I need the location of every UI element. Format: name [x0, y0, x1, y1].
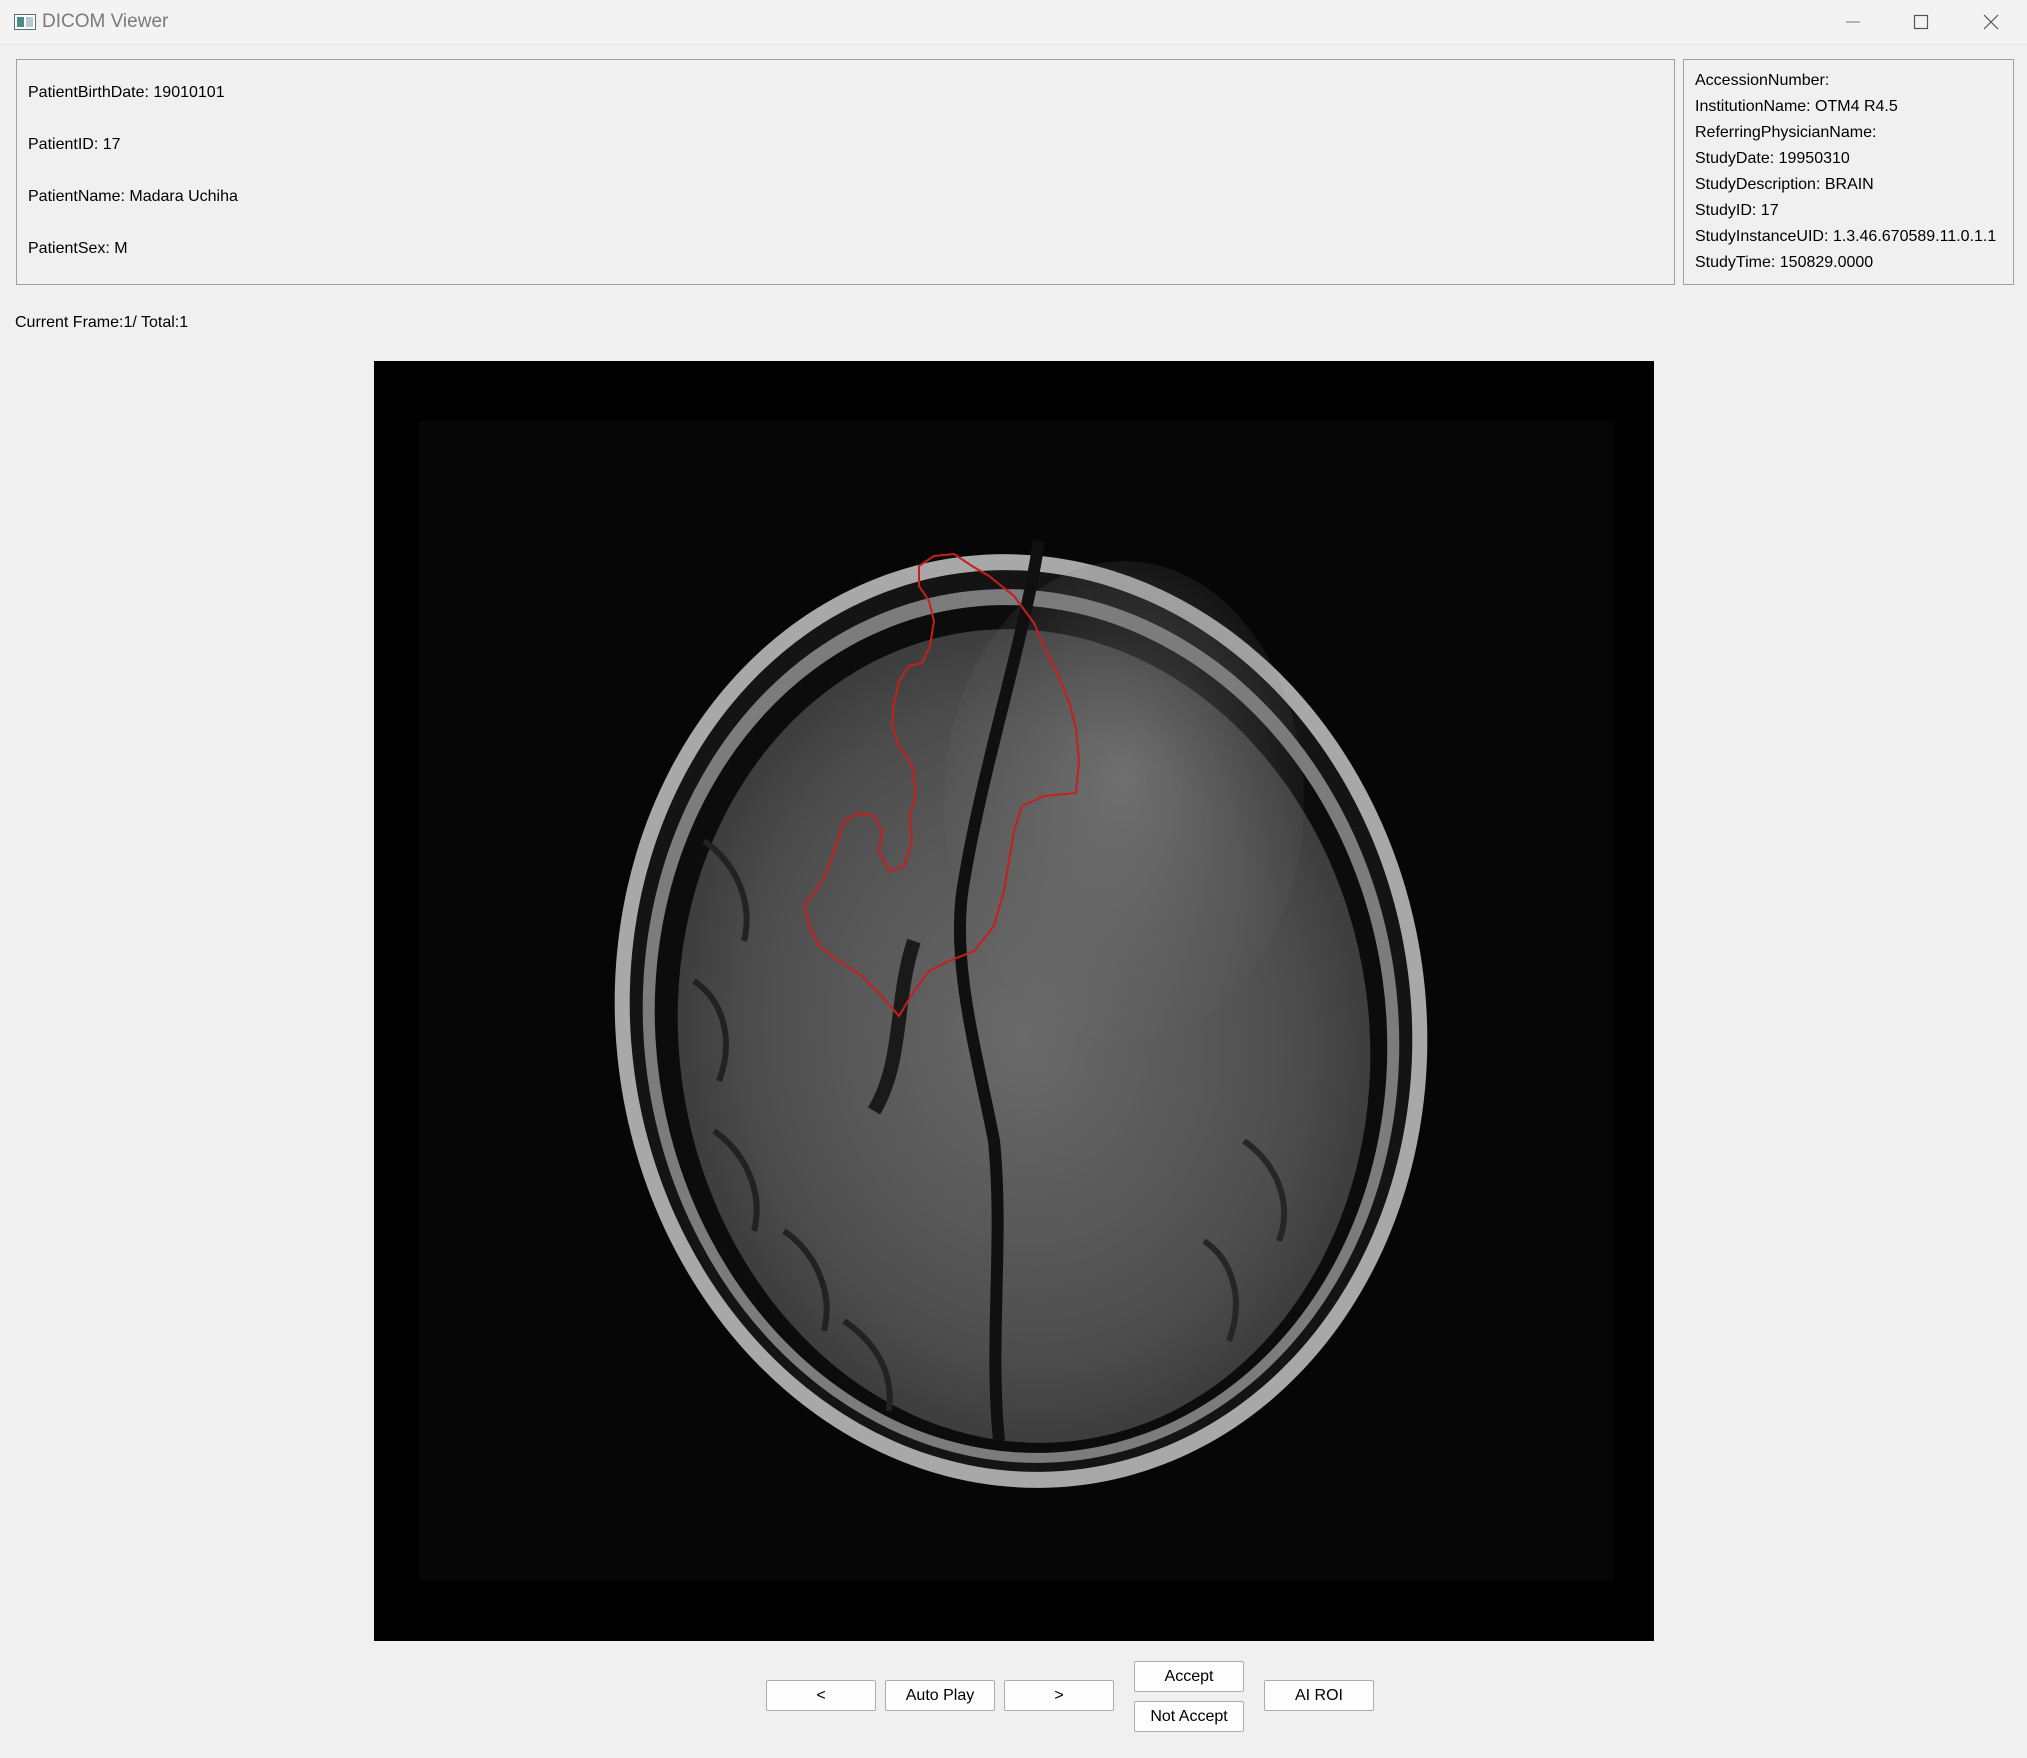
mri-brain-image — [374, 361, 1654, 1641]
previous-frame-button[interactable]: < — [766, 1680, 876, 1711]
patient-sex: PatientSex: M — [28, 240, 128, 257]
patient-name: PatientName: Madara Uchiha — [28, 188, 238, 205]
study-info-panel: AccessionNumber: InstitutionName: OTM4 R… — [1683, 59, 2014, 285]
next-frame-button[interactable]: > — [1004, 1680, 1114, 1711]
app-icon — [14, 14, 36, 30]
maximize-icon — [1913, 14, 1929, 30]
patient-id: PatientID: 17 — [28, 136, 121, 153]
institution-name: InstitutionName: OTM4 R4.5 — [1695, 98, 1898, 115]
minimize-icon — [1846, 21, 1860, 23]
auto-play-button[interactable]: Auto Play — [885, 1680, 995, 1711]
accession-number: AccessionNumber: — [1695, 72, 1830, 89]
minimize-button[interactable] — [1819, 0, 1887, 44]
study-time: StudyTime: 150829.0000 — [1695, 254, 1874, 271]
window-title: DICOM Viewer — [42, 11, 169, 32]
study-date: StudyDate: 19950310 — [1695, 150, 1850, 167]
not-accept-button[interactable]: Not Accept — [1134, 1701, 1244, 1732]
dicom-image-viewer[interactable] — [374, 361, 1654, 1641]
close-button[interactable] — [1957, 0, 2025, 44]
study-instance-uid: StudyInstanceUID: 1.3.46.670589.11.0.1.1 — [1695, 228, 1997, 245]
frame-counter: Current Frame:1/ Total:1 — [15, 314, 189, 331]
patient-birth-date: PatientBirthDate: 19010101 — [28, 84, 225, 101]
ai-roi-button[interactable]: AI ROI — [1264, 1680, 1374, 1711]
patient-info-panel: PatientBirthDate: 19010101 PatientID: 17… — [16, 59, 1675, 285]
title-bar: DICOM Viewer — [0, 0, 2027, 45]
referring-physician-name: ReferringPhysicianName: — [1695, 124, 1877, 141]
accept-button[interactable]: Accept — [1134, 1661, 1244, 1692]
study-id: StudyID: 17 — [1695, 202, 1779, 219]
maximize-button[interactable] — [1887, 0, 1955, 44]
study-description: StudyDescription: BRAIN — [1695, 176, 1874, 193]
close-icon — [1983, 14, 1999, 30]
